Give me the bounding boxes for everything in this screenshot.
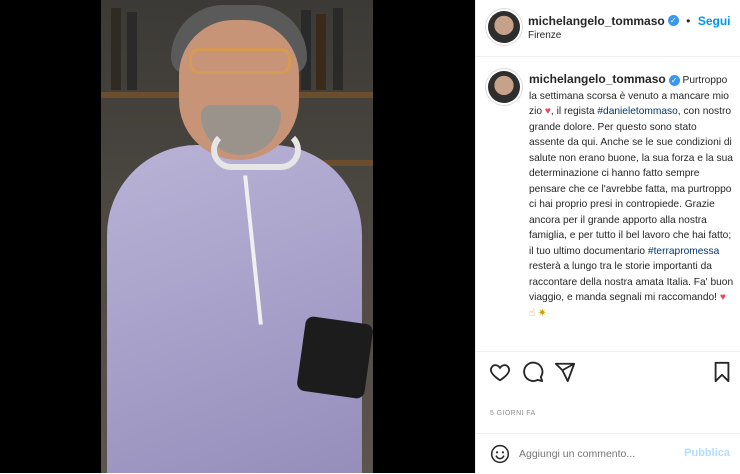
comment-icon[interactable] bbox=[522, 361, 544, 388]
caption-area: michelangelo_tommaso ✓ Purtroppo la setti… bbox=[476, 56, 740, 352]
hashtag-link[interactable]: #danieletommaso bbox=[597, 106, 677, 117]
hashtag-link[interactable]: #terrapromessa bbox=[648, 246, 719, 257]
camera-bag bbox=[296, 315, 373, 400]
avatar[interactable] bbox=[488, 11, 520, 43]
caption-part: resterà a lungo tra le storie importanti… bbox=[529, 261, 734, 303]
caption-part: , con nostro grande dolore. Per questo s… bbox=[529, 106, 733, 257]
location-link[interactable]: Firenze bbox=[528, 30, 561, 41]
book bbox=[111, 8, 121, 90]
smiley-icon[interactable] bbox=[490, 444, 510, 469]
post-header: michelangelo_tommaso ✓ • Segui Firenze bbox=[476, 0, 740, 57]
person-shirt bbox=[107, 145, 362, 473]
comment-bar: Pubblica bbox=[476, 433, 740, 474]
post-side-panel: michelangelo_tommaso ✓ • Segui Firenze mi… bbox=[475, 0, 740, 473]
separator-dot: • bbox=[686, 14, 691, 28]
book bbox=[333, 8, 343, 90]
share-icon[interactable] bbox=[554, 361, 576, 388]
bookmark-icon[interactable] bbox=[712, 361, 732, 388]
comment-input[interactable] bbox=[519, 445, 679, 463]
post-photo[interactable] bbox=[101, 0, 373, 473]
heart-icon[interactable] bbox=[489, 361, 511, 388]
caption-username[interactable]: michelangelo_tommaso bbox=[529, 72, 666, 86]
follow-button[interactable]: Segui bbox=[698, 14, 731, 28]
glasses bbox=[189, 48, 291, 74]
verified-icon: ✓ bbox=[667, 15, 679, 27]
publish-button[interactable]: Pubblica bbox=[684, 447, 730, 459]
header-user-line: michelangelo_tommaso ✓ • Segui bbox=[528, 12, 731, 30]
caption-part: , il regista bbox=[550, 106, 598, 117]
action-bar bbox=[476, 358, 740, 388]
post-media[interactable] bbox=[0, 0, 475, 473]
avatar[interactable] bbox=[488, 71, 520, 103]
verified-icon: ✓ bbox=[668, 74, 680, 86]
caption-text: michelangelo_tommaso ✓ Purtroppo la setti… bbox=[529, 72, 734, 321]
book bbox=[127, 12, 137, 90]
book bbox=[316, 14, 326, 90]
headphones bbox=[211, 130, 301, 170]
post-date[interactable]: 5 GIORNI FA bbox=[490, 410, 536, 417]
header-username[interactable]: michelangelo_tommaso bbox=[528, 14, 665, 28]
heart-emoji-icon: ♥ bbox=[719, 292, 726, 303]
emoji-icons: ☝ ✷ bbox=[529, 307, 547, 319]
